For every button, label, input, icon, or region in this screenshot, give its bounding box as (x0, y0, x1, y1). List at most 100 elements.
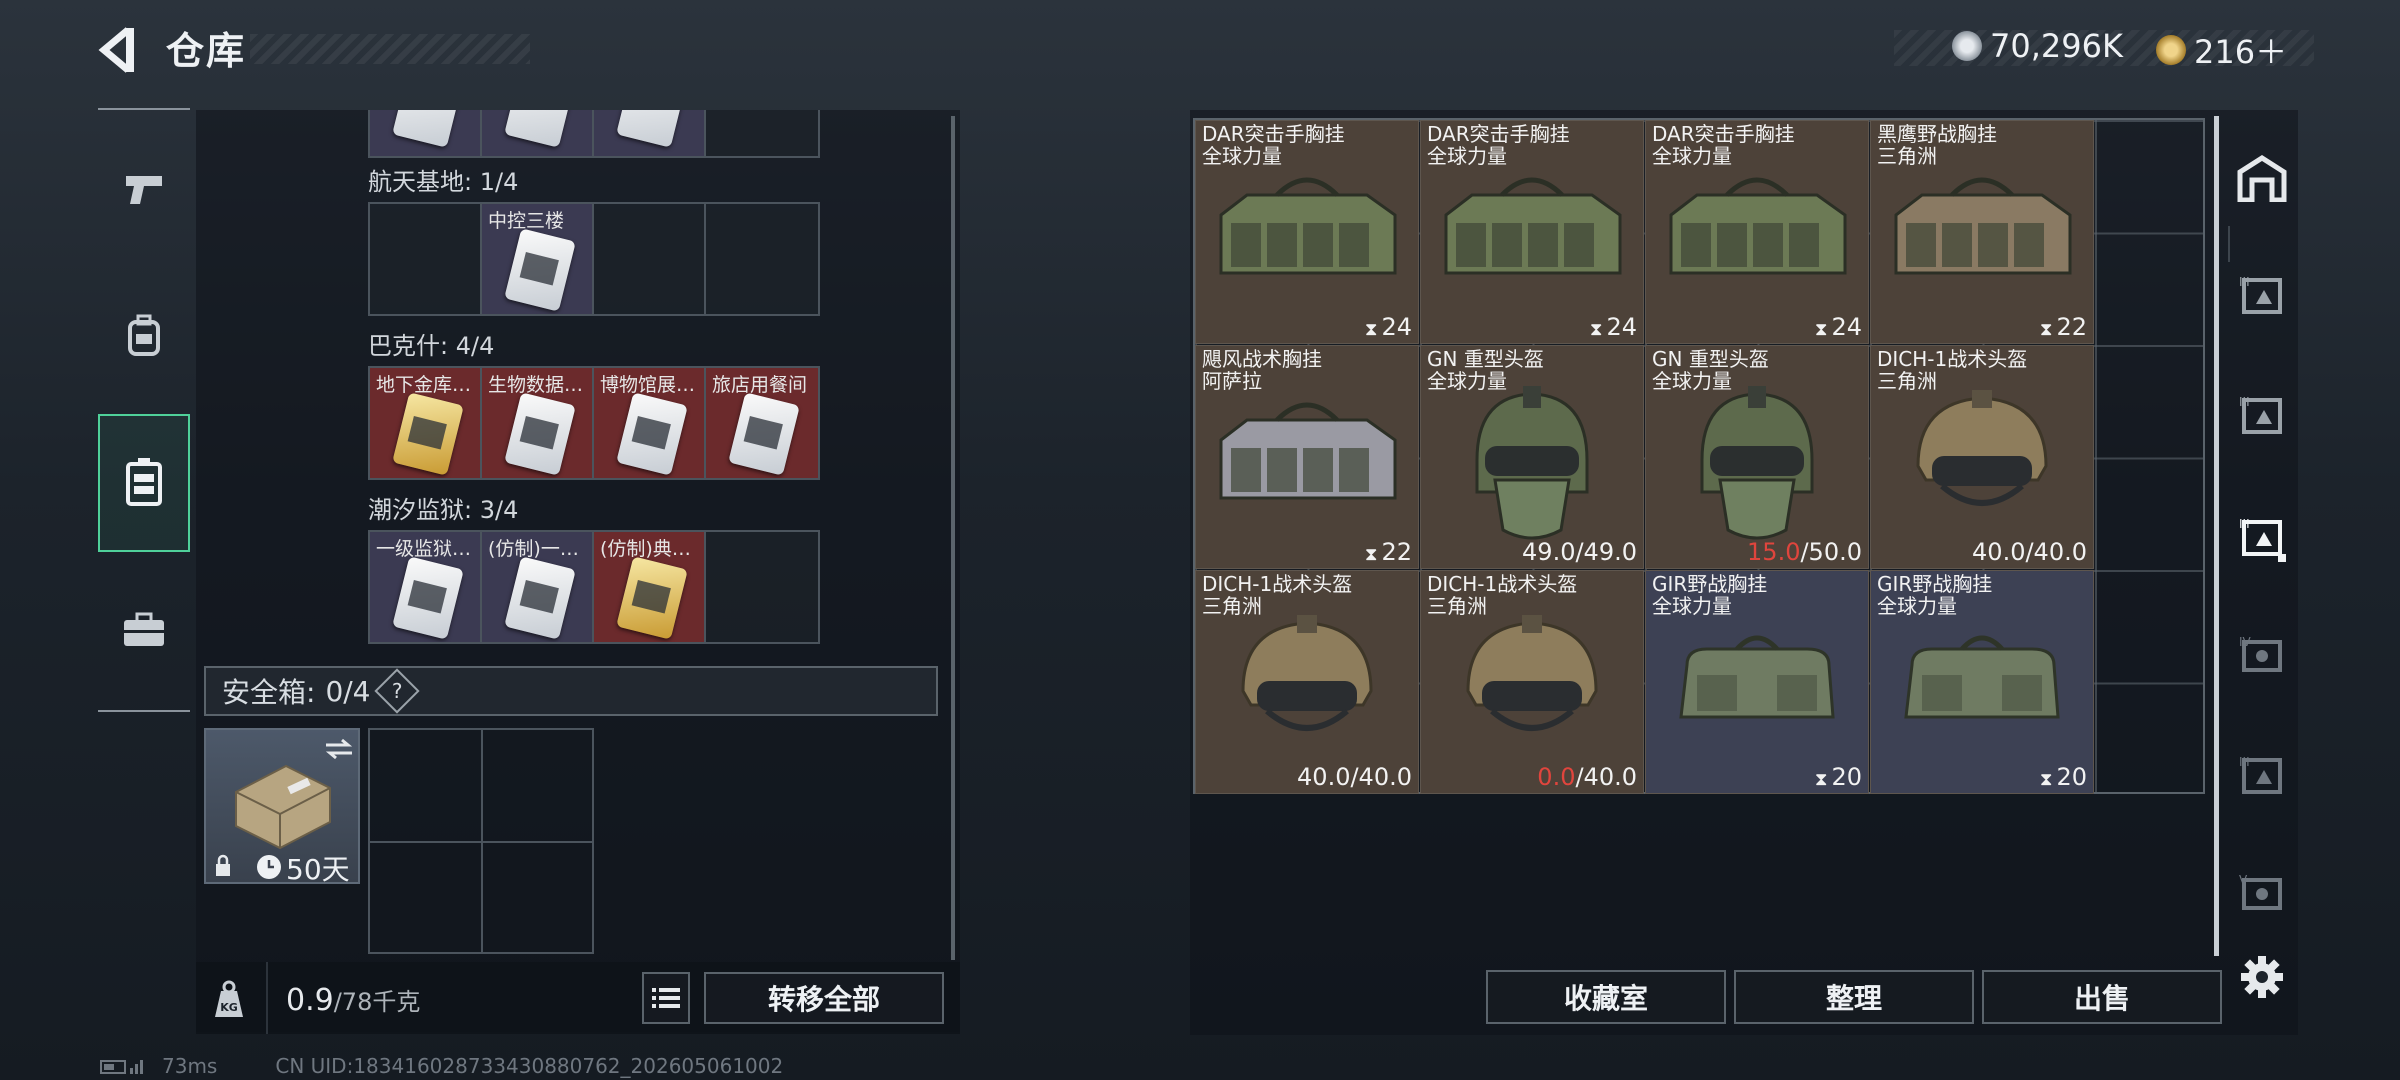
storage-tier-icon: III (2239, 395, 2282, 434)
keycard-slot[interactable] (482, 110, 594, 156)
currency-coins[interactable]: 70,296K (1952, 27, 2123, 65)
rnav-storage-2[interactable]: III (2222, 370, 2302, 462)
item-capacity: 20 (2056, 763, 2087, 791)
transfer-all-button[interactable]: 转移全部 (704, 972, 944, 1024)
chest-rig-icon (1219, 177, 1397, 275)
storage-item[interactable]: DICH-1战术头盔 三角洲 40.0/40.0 (1870, 345, 2094, 569)
keycard-slot[interactable]: 一级监狱… (370, 532, 482, 642)
field-rig-icon (1679, 635, 1835, 719)
item-name: DAR突击手胸挂 全球力量 (1427, 122, 1570, 168)
item-name: GN 重型头盔 全球力量 (1652, 347, 1769, 393)
item-durability-max: /40.0 (1575, 763, 1637, 791)
item-image (1196, 380, 1418, 530)
storage-item[interactable]: DAR突击手胸挂 全球力量 ⧗ 24 (1420, 120, 1644, 344)
item-value: ⧗ 24 (1365, 313, 1412, 341)
keycard-label: (仿制)一… (488, 538, 579, 560)
item-value: ⧗ 20 (1815, 763, 1862, 791)
weight-divider (266, 962, 268, 1034)
keycard-slot[interactable] (706, 110, 818, 156)
storage-item[interactable]: GN 重型头盔 全球力量 49.0/49.0 (1420, 345, 1644, 569)
backpack-icon (128, 314, 160, 356)
keycard-slot[interactable]: 中控三楼 (482, 204, 594, 314)
nav-divider-top (98, 108, 190, 110)
storage-item[interactable]: DAR突击手胸挂 全球力量 ⧗ 24 (1645, 120, 1869, 344)
currency-triangle[interactable]: 216＋ (2156, 27, 2287, 73)
keycard-slot[interactable]: 旅店用餐间 (706, 368, 818, 478)
safe-box-slots[interactable] (368, 728, 594, 954)
keycard-slot[interactable]: (仿制)一… (482, 532, 594, 642)
keycard-slot[interactable] (594, 110, 706, 156)
keycard-slot[interactable] (370, 110, 482, 156)
nav-backpack[interactable] (98, 276, 190, 396)
status-bar: 73ms CN UID:183416028733430880762_202605… (100, 1054, 783, 1078)
list-view-button[interactable] (642, 972, 690, 1024)
svg-text:III: III (2239, 275, 2250, 289)
back-arrow-icon[interactable] (98, 24, 138, 76)
item-image (1421, 380, 1643, 550)
keycard-slot[interactable]: 博物馆展… (594, 368, 706, 478)
rnav-storage-4[interactable]: IV (2222, 610, 2302, 702)
item-value: 40.0/40.0 (1297, 763, 1412, 791)
rnav-storage-6[interactable]: V (2222, 848, 2302, 940)
storage-item[interactable]: GIR野战胸挂 全球力量 ⧗ 20 (1870, 570, 2094, 794)
rnav-warehouse[interactable] (2222, 132, 2302, 224)
keycard-slot[interactable]: 地下金库… (370, 368, 482, 478)
sell-button[interactable]: 出售 (1982, 970, 2222, 1024)
keycard-slot[interactable] (706, 204, 818, 314)
nav-vest[interactable] (98, 414, 190, 552)
triangle-coin-icon (2156, 35, 2186, 65)
briefcase-icon (124, 612, 164, 646)
keycard-icon (392, 556, 464, 640)
storage-scrollbar[interactable] (2214, 116, 2219, 956)
storage-item[interactable]: DICH-1战术头盔 三角洲 0.0/40.0 (1420, 570, 1644, 794)
keycard-group: 潮汐监狱: 3/4 一级监狱… (仿制)一… (仿制)典… (368, 490, 820, 644)
nav-weapons[interactable] (98, 130, 190, 250)
weight-readout: 0.9/78千克 (286, 982, 420, 1018)
storage-item[interactable]: GN 重型头盔 全球力量 15.0/50.0 (1645, 345, 1869, 569)
nav-case[interactable] (98, 570, 190, 690)
item-capacity: 24 (1381, 313, 1412, 341)
rnav-storage-3-active[interactable]: III (2222, 492, 2302, 584)
item-durability-max: /40.0 (2025, 538, 2087, 566)
storage-item[interactable]: 黑鹰野战胸挂 三角洲 ⧗ 22 (1870, 120, 2094, 344)
rnav-storage-5[interactable]: III (2222, 730, 2302, 822)
settings-button[interactable] (2222, 932, 2302, 1022)
storage-item[interactable]: DAR突击手胸挂 全球力量 ⧗ 24 (1195, 120, 1419, 344)
help-icon[interactable]: ? (373, 668, 420, 714)
capacity-icon: ⧗ (1814, 319, 1828, 340)
keycard-slot[interactable]: (仿制)典… (594, 532, 706, 642)
keycard-slot[interactable]: 生物数据… (482, 368, 594, 478)
item-image (1871, 380, 2093, 540)
inventory-scrollbar[interactable] (951, 116, 955, 960)
storage-item[interactable]: DICH-1战术头盔 三角洲 40.0/40.0 (1195, 570, 1419, 794)
item-image (1871, 155, 2093, 305)
storage-item[interactable]: GIR野战胸挂 全球力量 ⧗ 20 (1645, 570, 1869, 794)
heavy-helmet-icon (1475, 386, 1589, 540)
storage-item[interactable]: 飓风战术胸挂 阿萨拉 ⧗ 22 (1195, 345, 1419, 569)
item-name: GIR野战胸挂 全球力量 (1877, 572, 1993, 618)
collection-room-button[interactable]: 收藏室 (1486, 970, 1726, 1024)
swap-icon[interactable] (324, 738, 354, 760)
item-value: ⧗ 22 (2040, 313, 2087, 341)
safe-case-icon (235, 764, 331, 850)
organize-button[interactable]: 整理 (1734, 970, 1974, 1024)
keycard-slot[interactable] (706, 532, 818, 642)
keycard-icon (504, 392, 576, 476)
currency-coins-value: 70,296K (1990, 27, 2123, 65)
svg-text:KG: KG (220, 1001, 238, 1014)
keycard-slot[interactable] (370, 204, 482, 314)
item-value: ⧗ 22 (1365, 538, 1412, 566)
safe-box-item[interactable]: 50天 (204, 728, 360, 886)
keycard-icon (616, 556, 688, 640)
keycard-label: 博物馆展… (600, 374, 696, 396)
storage-tier-icon: III (2239, 755, 2282, 794)
keycard-slot[interactable] (594, 204, 706, 314)
item-image (1196, 155, 1418, 305)
lock-icon (216, 854, 230, 876)
safe-box-label: 安全箱: (222, 676, 316, 709)
capacity-icon: ⧗ (1589, 319, 1603, 340)
rnav-storage-1[interactable]: III (2222, 250, 2302, 342)
item-value: ⧗ 24 (1815, 313, 1862, 341)
keycard-group-title: 航天基地: 1/4 (368, 168, 519, 196)
capacity-icon: ⧗ (1364, 319, 1378, 340)
